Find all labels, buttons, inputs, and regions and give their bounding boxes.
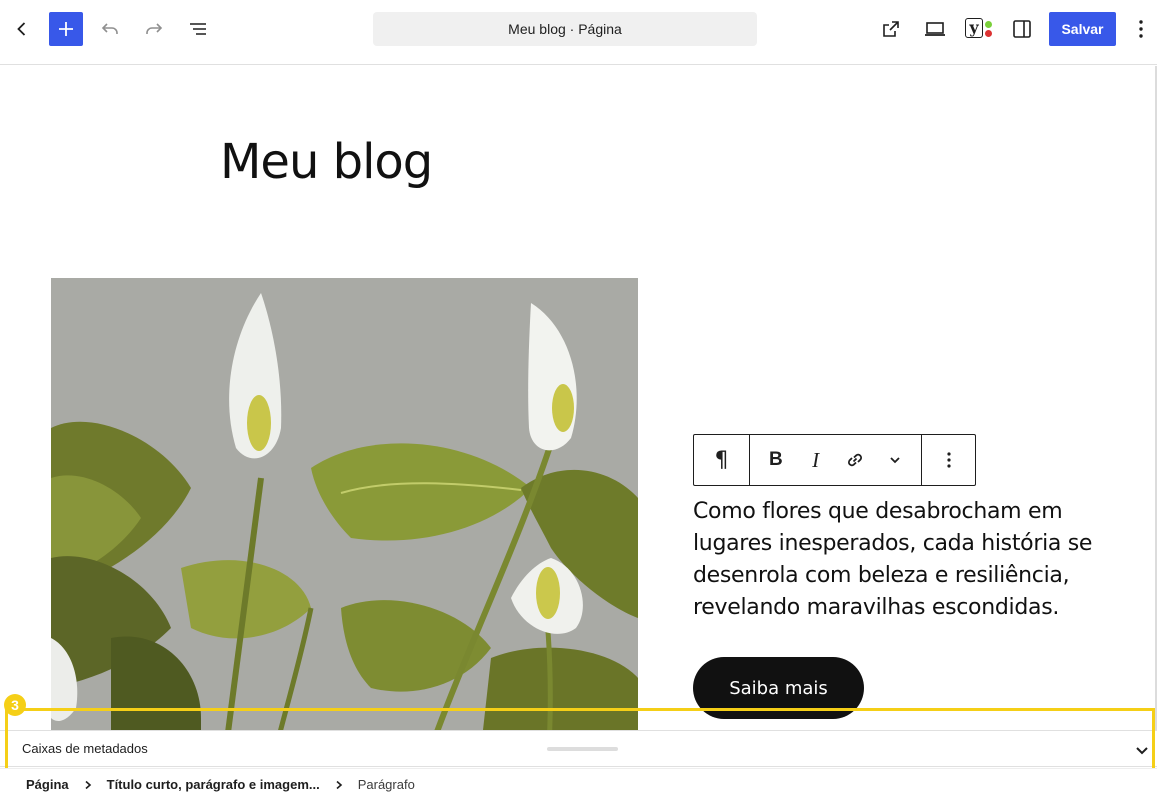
chevron-left-icon — [17, 22, 26, 36]
redo-button[interactable] — [137, 12, 171, 46]
editor-canvas[interactable]: Meu blog ¶ B I Como flores que desabroch… — [0, 66, 1157, 730]
more-formatting-button[interactable] — [877, 435, 913, 485]
settings-sidebar-button[interactable] — [1005, 12, 1039, 46]
breadcrumb: Página Título curto, parágrafo e imagem.… — [26, 777, 415, 792]
block-toolbar: ¶ B I — [693, 434, 976, 486]
block-breadcrumb-bar: Página Título curto, parágrafo e imagem.… — [0, 768, 1157, 804]
list-view-icon — [190, 23, 206, 35]
yoast-icon: y — [965, 18, 983, 38]
add-block-button[interactable] — [49, 12, 83, 46]
desktop-icon — [925, 22, 945, 36]
more-vertical-icon — [946, 452, 951, 468]
options-button[interactable] — [1126, 12, 1156, 46]
breadcrumb-item-page[interactable]: Página — [26, 777, 69, 792]
resize-handle[interactable] — [547, 747, 618, 751]
highlight-number-badge: 3 — [4, 694, 26, 716]
preview-button[interactable] — [918, 12, 952, 46]
breadcrumb-item-paragraph: Parágrafo — [357, 777, 415, 792]
back-button[interactable] — [5, 12, 39, 46]
chevron-right-icon — [83, 780, 93, 790]
seo-status-dot — [985, 21, 992, 28]
site-title[interactable]: Meu blog — [220, 134, 433, 190]
plus-icon — [59, 22, 73, 36]
breadcrumb-item-pattern[interactable]: Título curto, parágrafo e imagem... — [107, 777, 320, 792]
chevron-right-icon — [334, 780, 344, 790]
link-button[interactable] — [837, 435, 873, 485]
link-icon — [848, 453, 863, 467]
editor-header: Meu blog · Página y Salvar — [0, 0, 1157, 65]
redo-icon — [146, 23, 163, 34]
metaboxes-label: Caixas de metadados — [22, 741, 148, 756]
save-button[interactable]: Salvar — [1049, 12, 1116, 46]
document-title-bar[interactable]: Meu blog · Página — [373, 12, 757, 46]
readability-status-dot — [985, 30, 992, 37]
paragraph-icon[interactable]: ¶ — [704, 435, 740, 485]
chevron-down-icon — [1136, 747, 1148, 755]
list-view-button[interactable] — [181, 12, 215, 46]
view-page-button[interactable] — [874, 12, 908, 46]
block-options-button[interactable] — [931, 435, 967, 485]
chevron-down-icon — [890, 457, 900, 464]
more-vertical-icon — [1139, 20, 1143, 38]
external-link-icon — [883, 21, 899, 37]
flower-image[interactable] — [51, 278, 638, 730]
undo-icon — [101, 23, 118, 34]
metaboxes-panel: Caixas de metadados — [0, 730, 1157, 767]
saiba-mais-button[interactable]: Saiba mais — [693, 657, 864, 719]
sidebar-icon — [1013, 20, 1031, 38]
metaboxes-toggle-button[interactable] — [1131, 739, 1153, 761]
yoast-seo-button[interactable]: y — [963, 17, 995, 43]
italic-button[interactable]: I — [798, 435, 834, 485]
paragraph-block[interactable]: Como flores que desabrocham em lugares i… — [693, 496, 1113, 624]
bold-button[interactable]: B — [758, 435, 794, 485]
undo-button[interactable] — [93, 12, 127, 46]
